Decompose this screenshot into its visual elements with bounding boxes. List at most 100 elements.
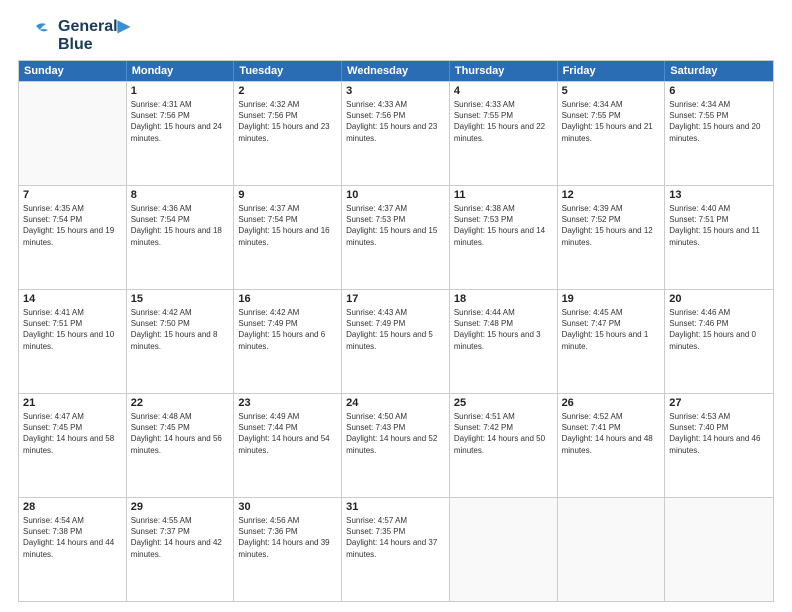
cell-info: Sunrise: 4:31 AM Sunset: 7:56 PM Dayligh… [131, 99, 230, 144]
cell-info: Sunrise: 4:50 AM Sunset: 7:43 PM Dayligh… [346, 411, 445, 456]
calendar-body: 1 Sunrise: 4:31 AM Sunset: 7:56 PM Daylig… [19, 81, 773, 601]
calendar-cell [450, 498, 558, 601]
cell-info: Sunrise: 4:37 AM Sunset: 7:53 PM Dayligh… [346, 203, 445, 248]
cell-info: Sunrise: 4:56 AM Sunset: 7:36 PM Dayligh… [238, 515, 337, 560]
header-day-friday: Friday [558, 61, 666, 81]
calendar-cell: 10 Sunrise: 4:37 AM Sunset: 7:53 PM Dayli… [342, 186, 450, 289]
day-number: 31 [346, 501, 445, 513]
logo-icon [18, 18, 54, 54]
calendar-cell: 18Sunrise: 4:44 AM Sunset: 7:48 PM Dayli… [450, 290, 558, 393]
day-number: 14 [23, 293, 122, 305]
calendar-cell: 31Sunrise: 4:57 AM Sunset: 7:35 PM Dayli… [342, 498, 450, 601]
day-number: 30 [238, 501, 337, 513]
cell-info: Sunrise: 4:48 AM Sunset: 7:45 PM Dayligh… [131, 411, 230, 456]
calendar-cell: 22 Sunrise: 4:48 AM Sunset: 7:45 PM Dayli… [127, 394, 235, 497]
day-number: 6 [669, 85, 769, 97]
calendar-header: SundayMondayTuesdayWednesdayThursdayFrid… [19, 61, 773, 81]
cell-info: Sunrise: 4:38 AM Sunset: 7:53 PM Dayligh… [454, 203, 553, 248]
header-day-monday: Monday [127, 61, 235, 81]
day-number: 25 [454, 397, 553, 409]
cell-info: Sunrise: 4:55 AM Sunset: 7:37 PM Dayligh… [131, 515, 230, 560]
calendar-cell: 1 Sunrise: 4:31 AM Sunset: 7:56 PM Daylig… [127, 82, 235, 185]
header-day-wednesday: Wednesday [342, 61, 450, 81]
cell-info: Sunrise: 4:43 AM Sunset: 7:49 PM Dayligh… [346, 307, 445, 352]
calendar-cell: 4Sunrise: 4:33 AM Sunset: 7:55 PM Daylig… [450, 82, 558, 185]
page: General▶ Blue SundayMondayTuesdayWednesd… [0, 0, 792, 612]
calendar-cell: 15 Sunrise: 4:42 AM Sunset: 7:50 PM Dayli… [127, 290, 235, 393]
calendar-cell: 25Sunrise: 4:51 AM Sunset: 7:42 PM Dayli… [450, 394, 558, 497]
calendar-cell: 14Sunrise: 4:41 AM Sunset: 7:51 PM Dayli… [19, 290, 127, 393]
cell-info: Sunrise: 4:36 AM Sunset: 7:54 PM Dayligh… [131, 203, 230, 248]
cell-info: Sunrise: 4:52 AM Sunset: 7:41 PM Dayligh… [562, 411, 661, 456]
day-number: 10 [346, 189, 445, 201]
calendar-cell: 7 Sunrise: 4:35 AM Sunset: 7:54 PM Daylig… [19, 186, 127, 289]
day-number: 29 [131, 501, 230, 513]
day-number: 5 [562, 85, 661, 97]
calendar-cell [665, 498, 773, 601]
logo-text: General▶ Blue [58, 18, 130, 53]
calendar-cell: 16Sunrise: 4:42 AM Sunset: 7:49 PM Dayli… [234, 290, 342, 393]
calendar-cell: 9 Sunrise: 4:37 AM Sunset: 7:54 PM Daylig… [234, 186, 342, 289]
calendar-cell: 2Sunrise: 4:32 AM Sunset: 7:56 PM Daylig… [234, 82, 342, 185]
day-number: 26 [562, 397, 661, 409]
calendar-cell: 28Sunrise: 4:54 AM Sunset: 7:38 PM Dayli… [19, 498, 127, 601]
cell-info: Sunrise: 4:53 AM Sunset: 7:40 PM Dayligh… [669, 411, 769, 456]
cell-info: Sunrise: 4:47 AM Sunset: 7:45 PM Dayligh… [23, 411, 122, 456]
day-number: 23 [238, 397, 337, 409]
calendar-row-4: 28Sunrise: 4:54 AM Sunset: 7:38 PM Dayli… [19, 497, 773, 601]
day-number: 9 [238, 189, 337, 201]
calendar-cell: 21 Sunrise: 4:47 AM Sunset: 7:45 PM Dayli… [19, 394, 127, 497]
calendar-cell: 19 Sunrise: 4:45 AM Sunset: 7:47 PM Dayli… [558, 290, 666, 393]
day-number: 27 [669, 397, 769, 409]
cell-info: Sunrise: 4:35 AM Sunset: 7:54 PM Dayligh… [23, 203, 122, 248]
day-number: 19 [562, 293, 661, 305]
day-number: 8 [131, 189, 230, 201]
day-number: 1 [131, 85, 230, 97]
cell-info: Sunrise: 4:37 AM Sunset: 7:54 PM Dayligh… [238, 203, 337, 248]
header-day-saturday: Saturday [665, 61, 773, 81]
calendar-cell [558, 498, 666, 601]
logo: General▶ Blue [18, 18, 130, 54]
day-number: 13 [669, 189, 769, 201]
cell-info: Sunrise: 4:42 AM Sunset: 7:50 PM Dayligh… [131, 307, 230, 352]
cell-info: Sunrise: 4:54 AM Sunset: 7:38 PM Dayligh… [23, 515, 122, 560]
cell-info: Sunrise: 4:40 AM Sunset: 7:51 PM Dayligh… [669, 203, 769, 248]
calendar-cell: 29 Sunrise: 4:55 AM Sunset: 7:37 PM Dayli… [127, 498, 235, 601]
calendar-cell: 24 Sunrise: 4:50 AM Sunset: 7:43 PM Dayli… [342, 394, 450, 497]
calendar-cell: 3 Sunrise: 4:33 AM Sunset: 7:56 PM Daylig… [342, 82, 450, 185]
calendar-cell: 8 Sunrise: 4:36 AM Sunset: 7:54 PM Daylig… [127, 186, 235, 289]
header-day-sunday: Sunday [19, 61, 127, 81]
cell-info: Sunrise: 4:42 AM Sunset: 7:49 PM Dayligh… [238, 307, 337, 352]
cell-info: Sunrise: 4:32 AM Sunset: 7:56 PM Dayligh… [238, 99, 337, 144]
day-number: 15 [131, 293, 230, 305]
day-number: 17 [346, 293, 445, 305]
day-number: 12 [562, 189, 661, 201]
cell-info: Sunrise: 4:39 AM Sunset: 7:52 PM Dayligh… [562, 203, 661, 248]
day-number: 7 [23, 189, 122, 201]
calendar-cell: 17 Sunrise: 4:43 AM Sunset: 7:49 PM Dayli… [342, 290, 450, 393]
calendar-cell [19, 82, 127, 185]
calendar-cell: 23 Sunrise: 4:49 AM Sunset: 7:44 PM Dayli… [234, 394, 342, 497]
day-number: 21 [23, 397, 122, 409]
cell-info: Sunrise: 4:33 AM Sunset: 7:55 PM Dayligh… [454, 99, 553, 144]
header: General▶ Blue [18, 18, 774, 54]
header-day-thursday: Thursday [450, 61, 558, 81]
calendar-cell: 26 Sunrise: 4:52 AM Sunset: 7:41 PM Dayli… [558, 394, 666, 497]
calendar-cell: 5 Sunrise: 4:34 AM Sunset: 7:55 PM Daylig… [558, 82, 666, 185]
calendar-cell: 20Sunrise: 4:46 AM Sunset: 7:46 PM Dayli… [665, 290, 773, 393]
cell-info: Sunrise: 4:34 AM Sunset: 7:55 PM Dayligh… [562, 99, 661, 144]
calendar-row-0: 1 Sunrise: 4:31 AM Sunset: 7:56 PM Daylig… [19, 81, 773, 185]
day-number: 20 [669, 293, 769, 305]
day-number: 22 [131, 397, 230, 409]
cell-info: Sunrise: 4:45 AM Sunset: 7:47 PM Dayligh… [562, 307, 661, 352]
calendar-cell: 13 Sunrise: 4:40 AM Sunset: 7:51 PM Dayli… [665, 186, 773, 289]
day-number: 18 [454, 293, 553, 305]
day-number: 11 [454, 189, 553, 201]
day-number: 3 [346, 85, 445, 97]
header-day-tuesday: Tuesday [234, 61, 342, 81]
cell-info: Sunrise: 4:33 AM Sunset: 7:56 PM Dayligh… [346, 99, 445, 144]
day-number: 24 [346, 397, 445, 409]
calendar-row-3: 21 Sunrise: 4:47 AM Sunset: 7:45 PM Dayli… [19, 393, 773, 497]
cell-info: Sunrise: 4:49 AM Sunset: 7:44 PM Dayligh… [238, 411, 337, 456]
cell-info: Sunrise: 4:34 AM Sunset: 7:55 PM Dayligh… [669, 99, 769, 144]
